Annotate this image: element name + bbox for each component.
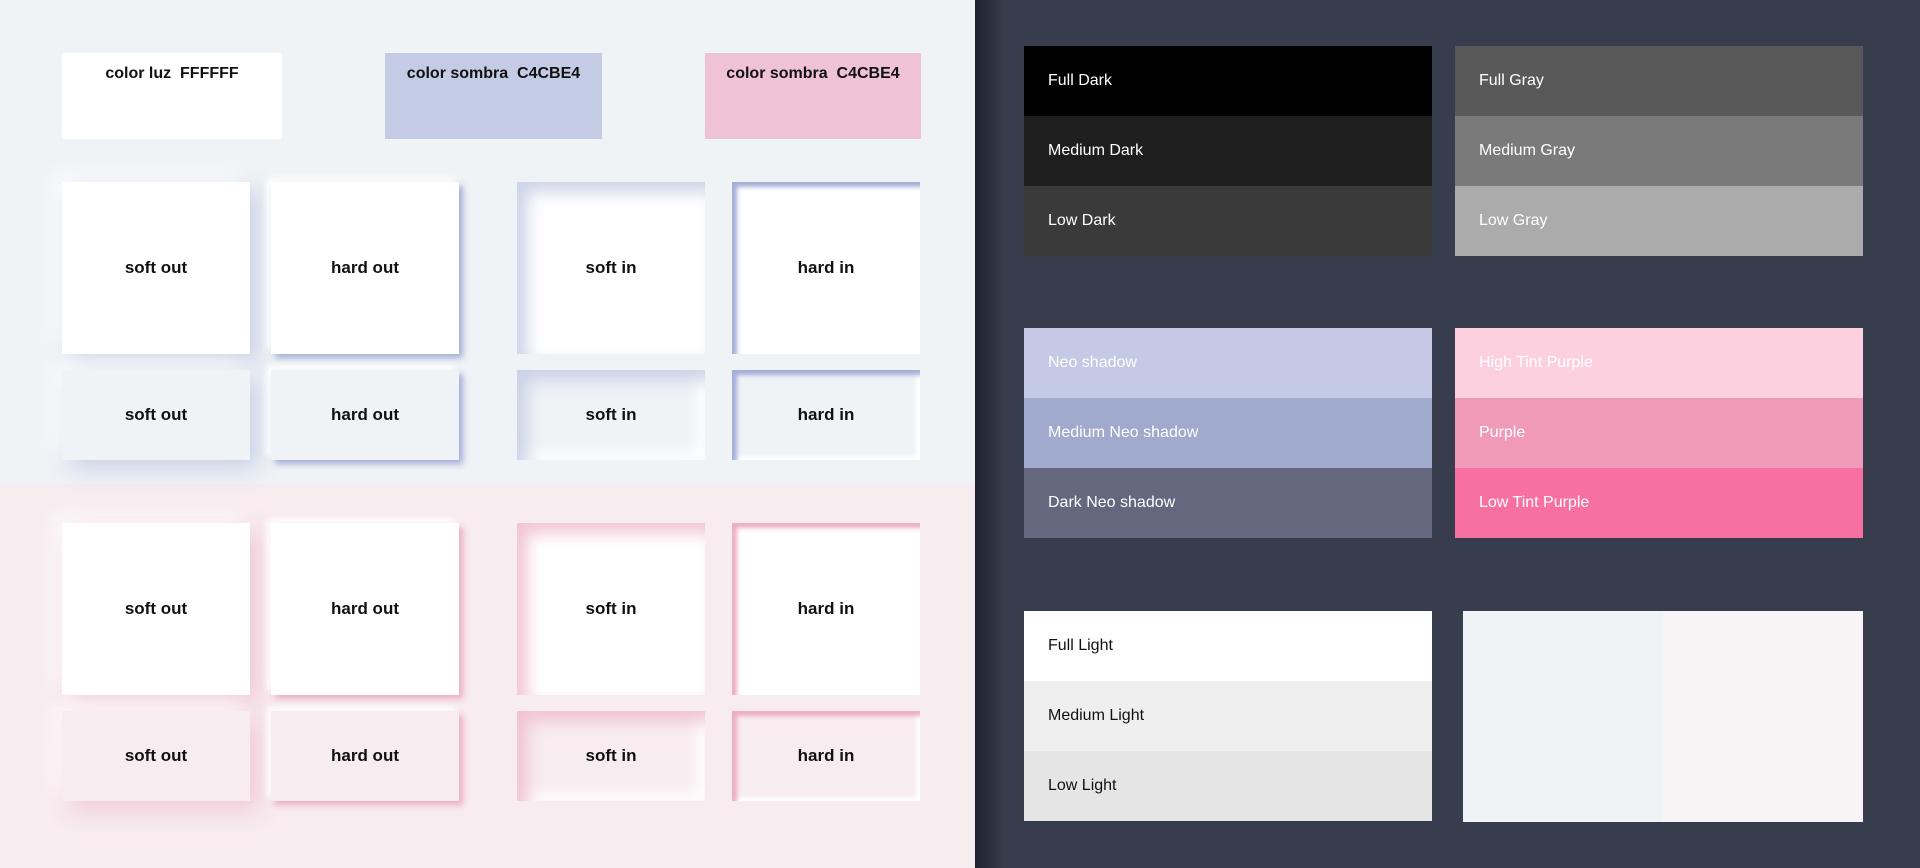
- palette-row: Low Gray: [1455, 186, 1863, 256]
- neumorphism-showcase: color luz FFFFFF color sombra C4CBE4 col…: [0, 0, 975, 868]
- palette-row: Low Light: [1024, 751, 1432, 821]
- tile-soft-in-pink-small: soft in: [517, 711, 705, 801]
- palette-row: High Tint Purple: [1455, 328, 1863, 398]
- palette-row: Medium Neo shadow: [1024, 398, 1432, 468]
- palette-row: Low Dark: [1024, 186, 1432, 256]
- palette-dark: Full Dark Medium Dark Low Dark: [1024, 46, 1432, 256]
- palette-row: Full Light: [1024, 611, 1432, 681]
- palette-row: Medium Dark: [1024, 116, 1432, 186]
- background-swatch-pink: [1663, 611, 1863, 822]
- tile-hard-out-pink-small: hard out: [271, 711, 459, 801]
- palette-gray: Full Gray Medium Gray Low Gray: [1455, 46, 1863, 256]
- background-swatch-blue: [1463, 611, 1663, 822]
- palette-row: Full Gray: [1455, 46, 1863, 116]
- tile-hard-in-small: hard in: [732, 370, 920, 460]
- palette-row: Purple: [1455, 398, 1863, 468]
- palette-light: Full Light Medium Light Low Light: [1024, 611, 1432, 821]
- palette-row: Low Tint Purple: [1455, 468, 1863, 538]
- tile-soft-out-pink-small: soft out: [62, 711, 250, 801]
- tile-hard-in-pink: hard in: [732, 523, 920, 695]
- palette-row: Dark Neo shadow: [1024, 468, 1432, 538]
- swatch-shadow-color-pink: color sombra C4CBE4: [705, 53, 921, 139]
- palette-row: Medium Light: [1024, 681, 1432, 751]
- palette-purple: High Tint Purple Purple Low Tint Purple: [1455, 328, 1863, 538]
- tile-hard-out-small: hard out: [271, 370, 459, 460]
- swatch-shadow-color: color sombra C4CBE4: [385, 53, 602, 139]
- tile-hard-in-pink-small: hard in: [732, 711, 920, 801]
- section-divider-shadow: [975, 0, 1005, 868]
- tile-soft-out-pink: soft out: [62, 523, 250, 695]
- tile-soft-in-small: soft in: [517, 370, 705, 460]
- background-color-swatches: [1463, 611, 1863, 822]
- tile-soft-out-small: soft out: [62, 370, 250, 460]
- tile-hard-out: hard out: [271, 182, 459, 354]
- palette-row: Neo shadow: [1024, 328, 1432, 398]
- palette-row: Full Dark: [1024, 46, 1432, 116]
- tile-soft-in: soft in: [517, 182, 705, 354]
- palette-row: Medium Gray: [1455, 116, 1863, 186]
- tile-hard-in: hard in: [732, 182, 920, 354]
- swatch-light-color: color luz FFFFFF: [62, 53, 282, 139]
- tile-soft-out: soft out: [62, 182, 250, 354]
- tile-hard-out-pink: hard out: [271, 523, 459, 695]
- tile-soft-in-pink: soft in: [517, 523, 705, 695]
- palette-neo-shadow: Neo shadow Medium Neo shadow Dark Neo sh…: [1024, 328, 1432, 538]
